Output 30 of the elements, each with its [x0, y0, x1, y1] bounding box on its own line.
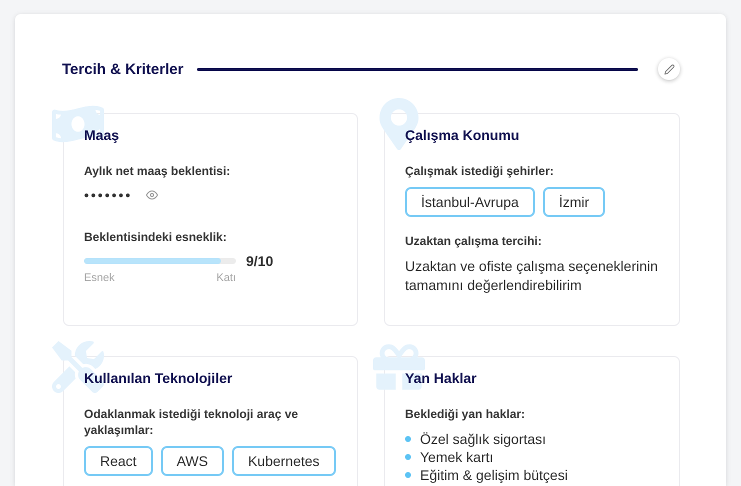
field-label: Odaklanmak istediği teknoloji araç ve yaklaşımlar:: [84, 406, 300, 438]
benefit-text: Özel sağlık sigortası: [420, 430, 546, 448]
section-title: Tercih & Kriterler: [62, 60, 184, 78]
field-label: Çalışmak istediği şehirler:: [405, 163, 555, 179]
card-title: Yan Haklar: [405, 370, 478, 386]
tag: İstanbul-Avrupa: [405, 187, 535, 217]
eye-icon[interactable]: [146, 189, 158, 201]
min-label: Esnek: [84, 272, 115, 284]
bullet-dot: [405, 454, 411, 460]
tag: Kubernetes: [232, 446, 336, 476]
tag: İzmir: [542, 187, 606, 217]
benefit-text: Yemek kartı: [420, 448, 494, 466]
masked-value: •••••••: [84, 187, 132, 203]
field-label: Beklentisindeki esneklik:: [84, 229, 228, 245]
field-label: Beklediği yan haklar:: [405, 406, 526, 422]
max-label: Katı: [216, 272, 236, 284]
edit-button[interactable]: [658, 58, 680, 80]
benefit-text: Eğitim & gelişim bütçesi: [420, 466, 568, 484]
card-title: Çalışma Konumu: [405, 127, 520, 143]
bullet-dot: [405, 436, 411, 442]
field-label: Aylık net maaş beklentisi:: [84, 163, 232, 179]
pencil-icon: [664, 64, 674, 74]
bullet-dot: [405, 472, 411, 478]
preference-text: Uzaktan ve ofiste çalışma seçeneklerinin tamamını değerlendirebilirim: [405, 257, 659, 295]
card-title: Kullanılan Teknolojiler: [84, 370, 234, 386]
meter-reading: 9/10: [246, 253, 274, 269]
field-label: Uzaktan çalışma tercihi:: [405, 233, 543, 249]
tag: React: [84, 446, 153, 476]
tag: AWS: [160, 446, 224, 476]
card-title: Maaş: [84, 127, 120, 143]
